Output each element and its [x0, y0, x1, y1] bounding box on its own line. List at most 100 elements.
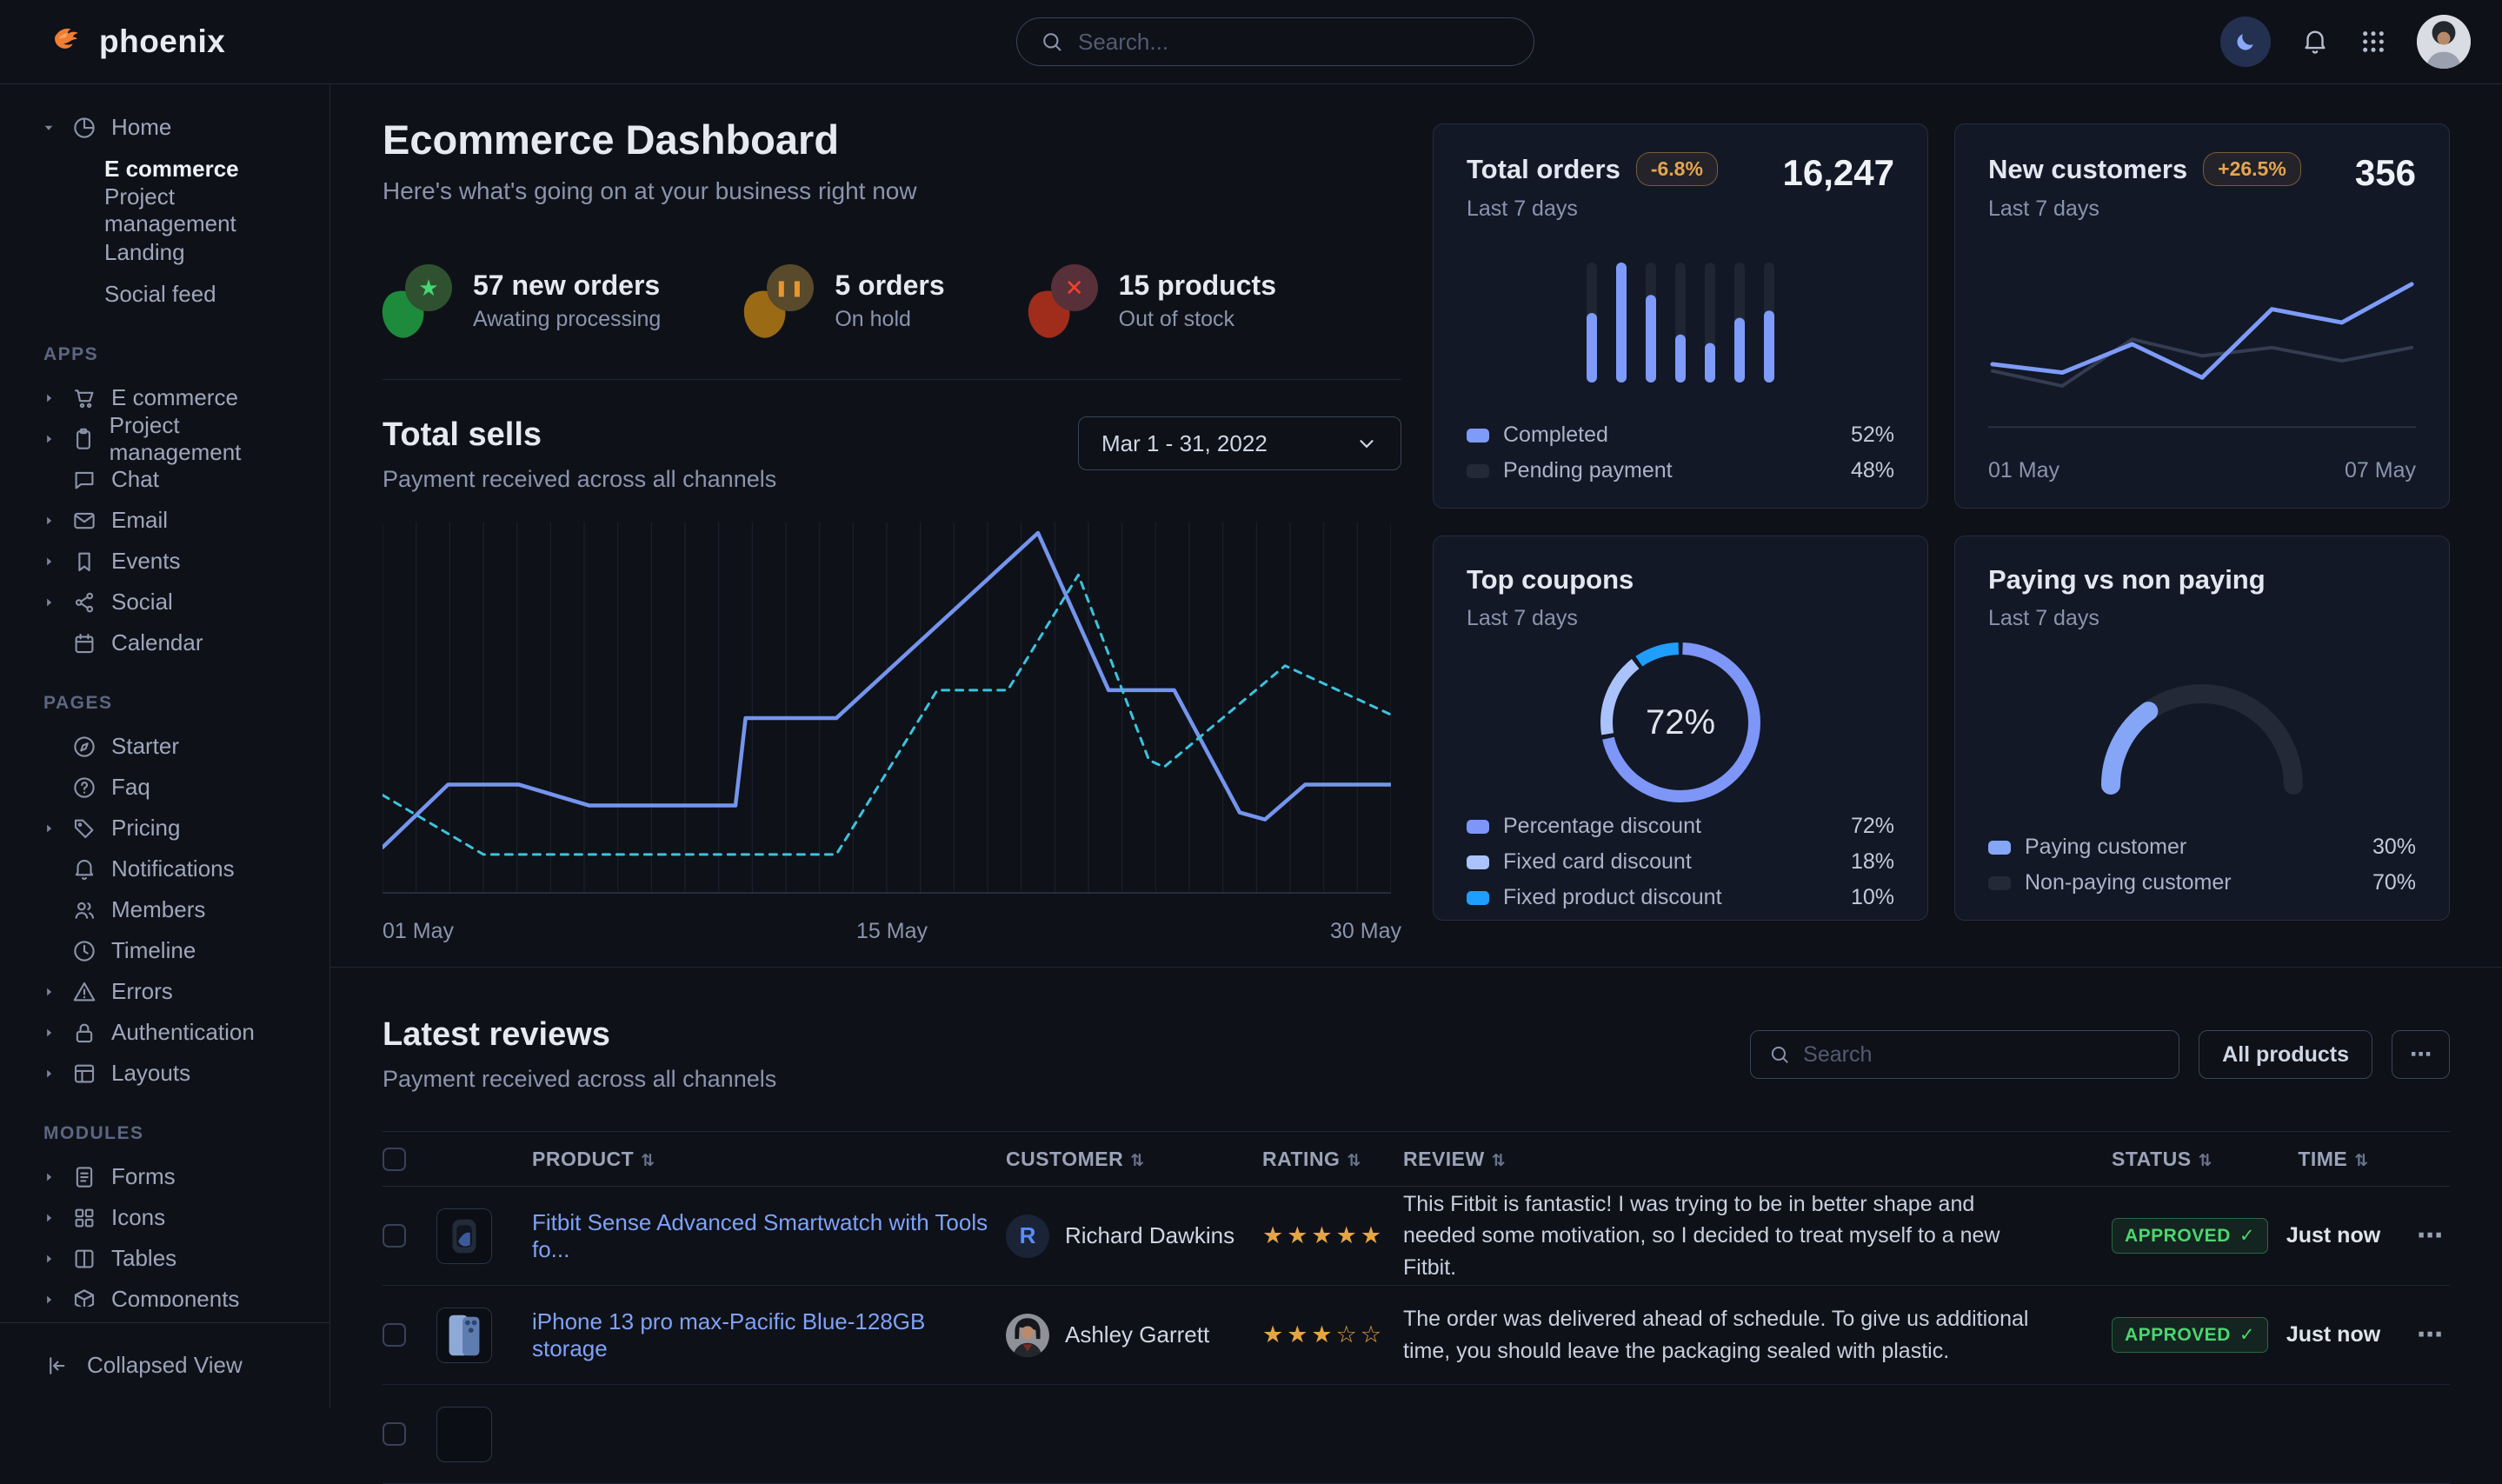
donut-center-label: 72% — [1646, 703, 1715, 742]
sidebar-item-members[interactable]: Members — [35, 889, 309, 930]
reviews-search[interactable] — [1750, 1030, 2179, 1079]
column-header-customer[interactable]: CUSTOMER⇅ — [1006, 1148, 1262, 1171]
review-text: This Fitbit is fantastic! I was trying t… — [1403, 1188, 2112, 1283]
navbar-search[interactable] — [1016, 17, 1534, 66]
all-products-button[interactable]: All products — [2199, 1030, 2372, 1079]
new-customers-card: New customers +26.5% Last 7 days 356 01 … — [1954, 123, 2450, 509]
customers-line-chart — [1988, 222, 2416, 449]
sort-icon: ⇅ — [1347, 1152, 1361, 1170]
date-range-select[interactable]: Mar 1 - 31, 2022 — [1078, 416, 1401, 470]
sidebar-subitem-landing[interactable]: Landing — [35, 231, 309, 273]
row-menu-button[interactable]: ⋯ — [2394, 1221, 2450, 1251]
caret-right-icon — [40, 1168, 57, 1186]
grid-9-icon — [2359, 28, 2387, 56]
legend-swatch — [1467, 429, 1489, 443]
order-stats-row: ★ 57 new orders Awating processing ❚❚ 5 … — [383, 263, 1401, 339]
paying-vs-nonpaying-card: Paying vs non paying Last 7 days Paying … — [1954, 536, 2450, 921]
caret-right-icon — [40, 430, 57, 448]
dashboard-left-column: Ecommerce Dashboard Here's what's going … — [383, 116, 1401, 967]
sidebar-section-modules: MODULES — [43, 1123, 309, 1144]
sidebar-item-faq[interactable]: Faq — [35, 767, 309, 808]
time-label: Just now — [2272, 1223, 2394, 1248]
sidebar-item-social[interactable]: Social — [35, 582, 309, 622]
sidebar-item-tables[interactable]: Tables — [35, 1238, 309, 1279]
chat-icon — [71, 467, 97, 493]
stat-out-of-stock: ✕ 15 products Out of stock — [1028, 263, 1276, 339]
sidebar-item-authentication[interactable]: Authentication — [35, 1012, 309, 1053]
avatar — [1006, 1413, 1049, 1456]
sidebar-item-components[interactable]: Components — [35, 1279, 309, 1307]
pie-chart-icon — [71, 115, 97, 141]
page-title: Ecommerce Dashboard — [383, 116, 1401, 163]
card-title: Top coupons — [1467, 564, 1634, 596]
legend-item-fixed-card-discount: Fixed card discount18% — [1467, 849, 1894, 875]
compass-icon — [71, 734, 97, 760]
legend-swatch — [1467, 855, 1489, 869]
legend-item-pending-payment: Pending payment48% — [1467, 458, 1894, 483]
total-orders-card: Total orders -6.8% Last 7 days 16,247 Co… — [1433, 123, 1928, 509]
reviews-menu-button[interactable]: ⋯ — [2392, 1030, 2450, 1079]
caret-right-icon — [40, 1250, 57, 1268]
notifications-button[interactable] — [2300, 27, 2330, 57]
total-orders-value: 16,247 — [1783, 152, 1894, 194]
sidebar-item-starter[interactable]: Starter — [35, 726, 309, 767]
legend-swatch — [1467, 464, 1489, 478]
column-header-time[interactable]: TIME⇅ — [2272, 1148, 2394, 1171]
row-checkbox[interactable] — [383, 1224, 406, 1248]
latest-reviews-subtitle: Payment received across all channels — [383, 1066, 776, 1093]
user-avatar[interactable] — [2417, 15, 2471, 69]
trend-badge: +26.5% — [2203, 152, 2301, 186]
orders-bar-chart — [1467, 222, 1894, 423]
clipboard-icon — [70, 426, 96, 452]
row-checkbox[interactable] — [383, 1422, 406, 1446]
reviews-search-input[interactable] — [1803, 1042, 2161, 1068]
theme-toggle-button[interactable] — [2220, 17, 2271, 67]
caret-right-icon — [40, 820, 57, 837]
top-coupons-card: Top coupons Last 7 days 72% Percentage d… — [1433, 536, 1928, 921]
sidebar-item-icons[interactable]: Icons — [35, 1197, 309, 1238]
sidebar-item-calendar[interactable]: Calendar — [35, 622, 309, 663]
select-all-checkbox[interactable] — [383, 1148, 406, 1171]
sidebar-item-layouts[interactable]: Layouts — [35, 1053, 309, 1094]
search-icon — [1040, 30, 1064, 54]
total-sells-chart: 01 May15 May30 May — [383, 522, 1401, 944]
sidebar-subitem-project-management[interactable]: Project management — [35, 190, 309, 231]
caret-right-icon — [40, 553, 57, 570]
sidebar-item-notifications[interactable]: Notifications — [35, 848, 309, 889]
row-checkbox[interactable] — [383, 1323, 406, 1347]
x-axis-labels: 01 May15 May30 May — [383, 919, 1401, 944]
brand[interactable]: phoenix — [47, 23, 330, 61]
users-icon — [71, 897, 97, 923]
column-header-product[interactable]: PRODUCT⇅ — [532, 1148, 1006, 1171]
sidebar-item-project-management[interactable]: Project management — [35, 418, 309, 459]
total-sells-title: Total sells — [383, 416, 776, 454]
moon-icon — [2233, 29, 2259, 55]
column-header-review[interactable]: REVIEW⇅ — [1403, 1148, 2112, 1171]
collapsed-view-label: Collapsed View — [87, 1352, 243, 1379]
sidebar-item-errors[interactable]: Errors — [35, 971, 309, 1012]
product-thumbnail — [436, 1407, 492, 1462]
sidebar-section-apps: APPS — [43, 344, 309, 365]
apps-launcher-button[interactable] — [2359, 28, 2387, 56]
sidebar-subitem-social-feed[interactable]: Social feed — [35, 273, 309, 315]
sidebar-item-pricing[interactable]: Pricing — [35, 808, 309, 848]
product-link[interactable]: iPhone 13 pro max-Pacific Blue-128GB sto… — [532, 1308, 1006, 1362]
table-row: iPhone 13 pro max-Pacific Blue-128GB sto… — [383, 1286, 2450, 1385]
sidebar-item-events[interactable]: Events — [35, 541, 309, 582]
legend-item-completed: Completed52% — [1467, 423, 1894, 448]
sidebar-item-home[interactable]: Home — [35, 107, 309, 148]
sidebar-item-email[interactable]: Email — [35, 500, 309, 541]
layout-icon — [71, 1061, 97, 1087]
product-link[interactable]: Fitbit Sense Advanced Smartwatch with To… — [532, 1209, 1006, 1263]
sort-icon: ⇅ — [2199, 1152, 2213, 1170]
collapsed-view-toggle[interactable]: Collapsed View — [0, 1322, 329, 1407]
row-menu-button[interactable]: ⋯ — [2394, 1320, 2450, 1350]
sidebar-item-forms[interactable]: Forms — [35, 1156, 309, 1197]
sidebar-section-pages: PAGES — [43, 693, 309, 714]
navbar-search-input[interactable] — [1078, 29, 1511, 56]
share-icon — [71, 589, 97, 616]
sidebar-item-timeline[interactable]: Timeline — [35, 930, 309, 971]
column-header-rating[interactable]: RATING⇅ — [1262, 1148, 1403, 1171]
stat-orders-on-hold: ❚❚ 5 orders On hold — [744, 263, 944, 339]
column-header-status[interactable]: STATUS⇅ — [2112, 1148, 2272, 1171]
